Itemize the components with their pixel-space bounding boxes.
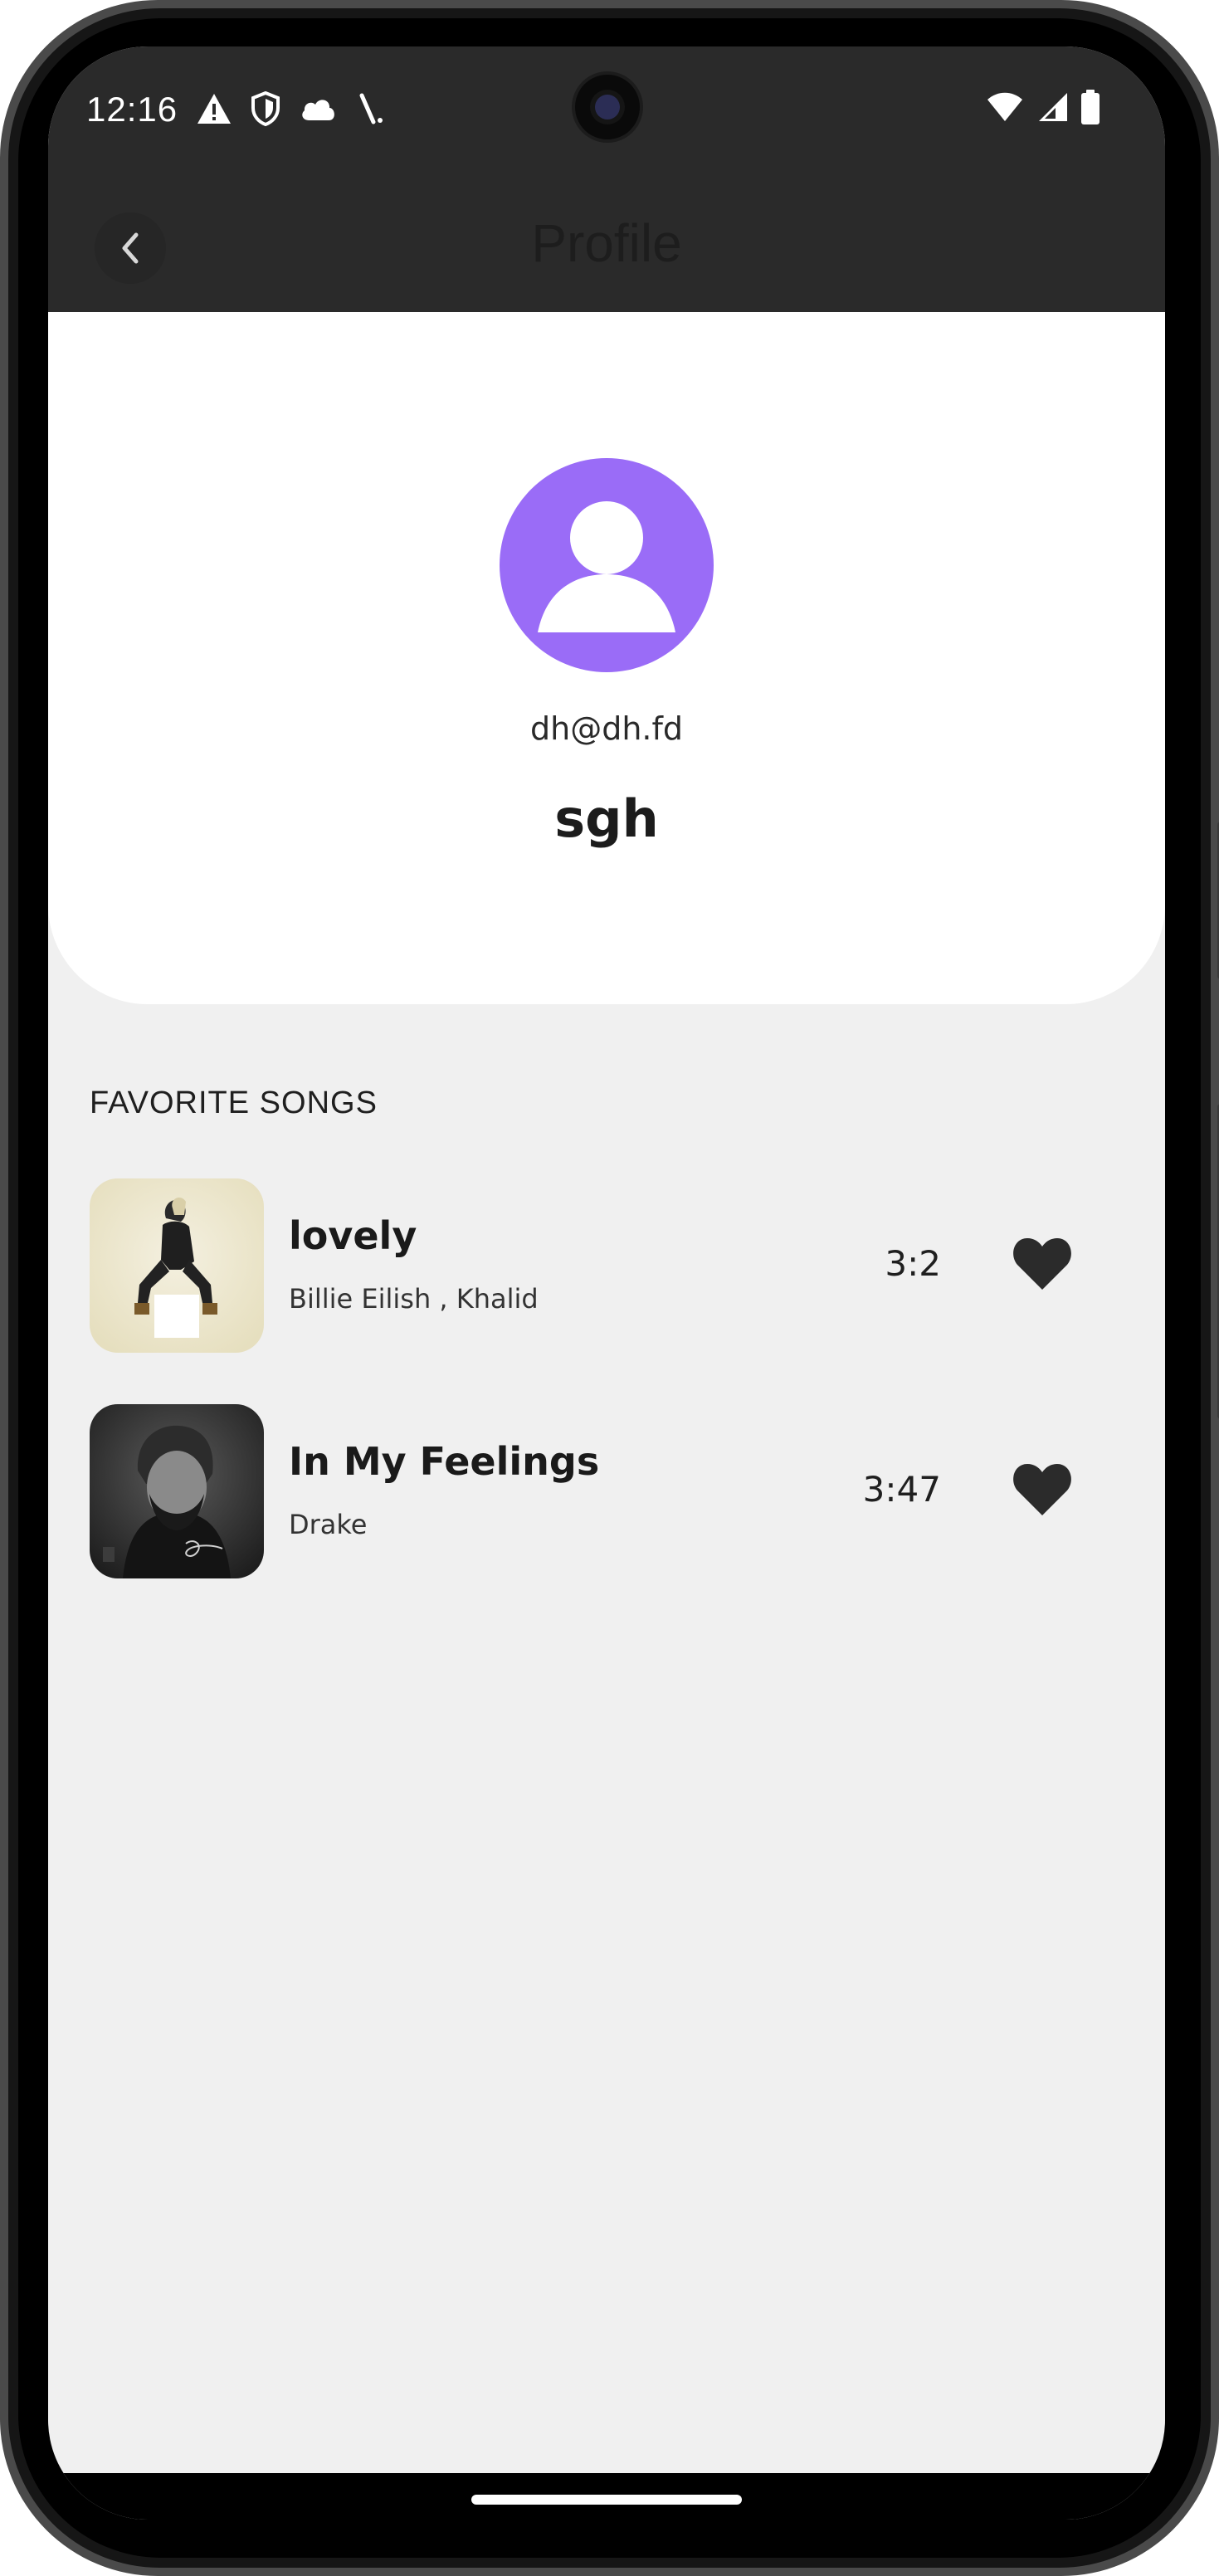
heart-icon[interactable] xyxy=(1012,1237,1072,1291)
front-camera xyxy=(572,71,643,143)
wifi-icon xyxy=(987,92,1022,121)
home-indicator[interactable] xyxy=(471,2495,742,2505)
song-artist: Billie Eilish , Khalid xyxy=(289,1283,539,1315)
album-art-image xyxy=(90,1404,264,1578)
user-icon xyxy=(538,501,675,632)
status-time: 12:16 xyxy=(86,90,178,129)
shield-icon xyxy=(251,91,280,126)
signal-slash-icon xyxy=(359,93,383,124)
heart-icon[interactable] xyxy=(1012,1462,1072,1517)
profile-card: dh@dh.fd sgh xyxy=(48,312,1165,1004)
favorite-songs-heading: FAVORITE SONGS xyxy=(90,1086,378,1120)
app-screen: 12:16 Profile dh@dh.fd sgh FAVORITE SONG… xyxy=(48,46,1165,2520)
status-right-icons xyxy=(986,90,1100,124)
warning-icon xyxy=(197,94,231,124)
cell-signal-icon xyxy=(1039,93,1067,121)
song-row[interactable]: lovely Billie Eilish , Khalid 3:2 xyxy=(90,1178,1124,1353)
album-art-image xyxy=(90,1178,264,1353)
album-cover xyxy=(90,1404,264,1578)
song-duration: 3:2 xyxy=(885,1243,941,1284)
user-email: dh@dh.fd xyxy=(530,710,683,747)
song-duration: 3:47 xyxy=(862,1469,941,1510)
cloud-icon xyxy=(302,100,334,120)
avatar[interactable] xyxy=(500,458,714,672)
page-title: Profile xyxy=(531,213,682,273)
phone-frame: 12:16 Profile dh@dh.fd sgh FAVORITE SONG… xyxy=(0,0,1219,2576)
song-artist: Drake xyxy=(289,1509,368,1540)
battery-icon xyxy=(1081,90,1100,124)
album-cover xyxy=(90,1178,264,1353)
status-left-icons xyxy=(196,91,385,126)
song-title: lovely xyxy=(289,1213,417,1258)
user-name: sgh xyxy=(554,788,659,849)
top-app-bar: 12:16 Profile xyxy=(48,46,1165,312)
song-title: In My Feelings xyxy=(289,1439,600,1484)
song-row[interactable]: In My Feelings Drake 3:47 xyxy=(90,1404,1124,1578)
